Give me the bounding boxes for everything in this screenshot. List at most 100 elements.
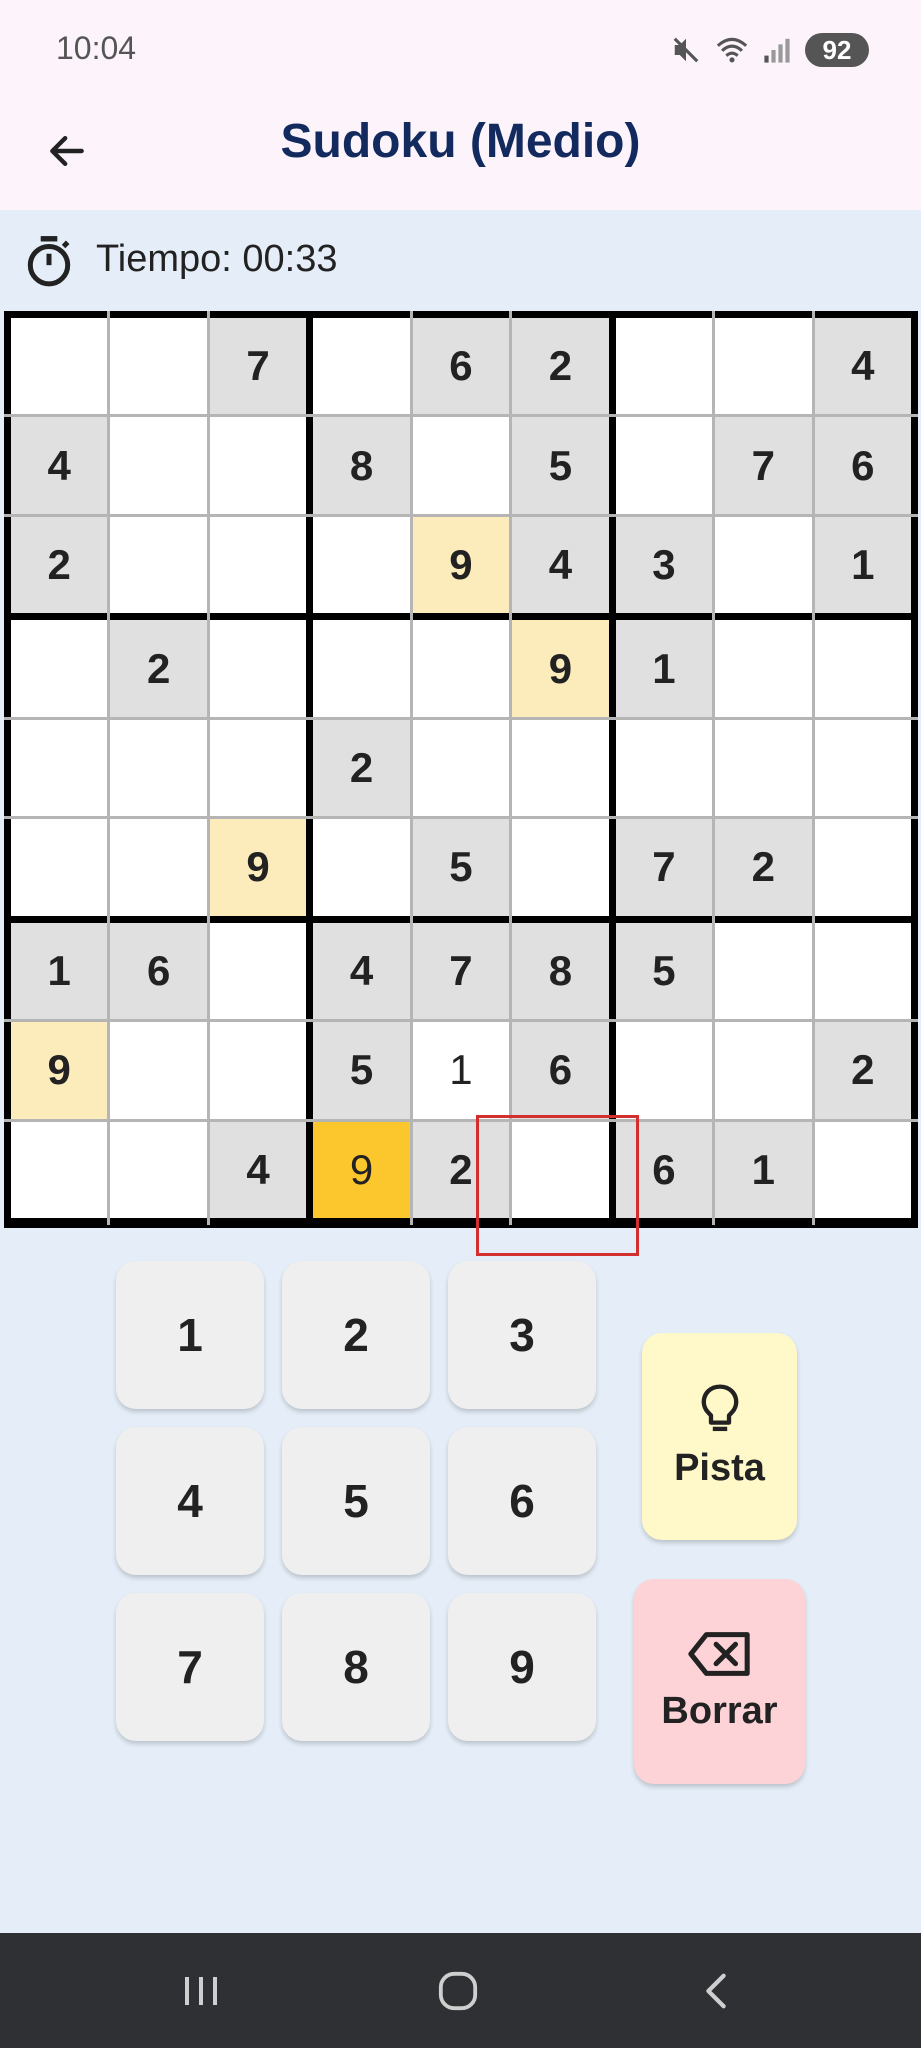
board-cell[interactable] bbox=[313, 516, 410, 614]
board-cell[interactable]: 6 bbox=[615, 1121, 713, 1218]
board-cell[interactable] bbox=[615, 1022, 713, 1119]
board-cell[interactable]: 2 bbox=[110, 620, 207, 717]
keypad-key-8[interactable]: 8 bbox=[282, 1593, 430, 1741]
nav-back-button[interactable] bbox=[676, 1963, 756, 2019]
board-cell[interactable] bbox=[814, 1121, 911, 1218]
board-cell[interactable] bbox=[715, 620, 812, 717]
board-cell[interactable]: 7 bbox=[615, 819, 713, 916]
board-cell[interactable]: 5 bbox=[512, 417, 609, 514]
board-cell[interactable] bbox=[615, 318, 713, 415]
status-bar: 10:04 92 bbox=[0, 0, 921, 100]
board-cell[interactable]: 9 bbox=[412, 516, 510, 614]
recent-apps-icon bbox=[185, 1977, 217, 2005]
board-cell[interactable]: 1 bbox=[615, 620, 713, 717]
board-cell[interactable]: 1 bbox=[412, 1022, 510, 1119]
board-cell[interactable]: 6 bbox=[512, 1022, 609, 1119]
board-cell[interactable]: 7 bbox=[715, 417, 812, 514]
board-cell[interactable] bbox=[110, 516, 207, 614]
board-cell[interactable] bbox=[11, 1121, 108, 1218]
board-cell[interactable] bbox=[412, 719, 510, 817]
board-cell[interactable]: 3 bbox=[615, 516, 713, 614]
board-cell[interactable]: 9 bbox=[11, 1022, 108, 1119]
hint-button[interactable]: Pista bbox=[642, 1333, 797, 1540]
board-cell[interactable] bbox=[209, 516, 307, 614]
board-cell[interactable]: 8 bbox=[512, 922, 609, 1020]
board-cell[interactable]: 6 bbox=[814, 417, 911, 514]
board-cell[interactable] bbox=[412, 620, 510, 717]
board-cell[interactable]: 2 bbox=[715, 819, 812, 916]
board-cell[interactable]: 2 bbox=[814, 1022, 911, 1119]
board-cell[interactable] bbox=[715, 516, 812, 614]
board-cell[interactable] bbox=[814, 922, 911, 1020]
board-cell[interactable]: 4 bbox=[209, 1121, 307, 1218]
board-cell[interactable] bbox=[209, 620, 307, 717]
board-cell[interactable] bbox=[11, 719, 108, 817]
erase-label: Borrar bbox=[661, 1690, 778, 1732]
home-button[interactable] bbox=[418, 1963, 498, 2019]
board-cell[interactable] bbox=[110, 719, 207, 817]
keypad-key-1[interactable]: 1 bbox=[116, 1261, 264, 1409]
board-cell[interactable]: 9 bbox=[313, 1121, 410, 1218]
board-cell[interactable] bbox=[412, 417, 510, 514]
board-cell[interactable] bbox=[814, 719, 911, 817]
board-cell[interactable]: 9 bbox=[209, 819, 307, 916]
board-cell[interactable]: 1 bbox=[715, 1121, 812, 1218]
keypad-key-7[interactable]: 7 bbox=[116, 1593, 264, 1741]
board-cell[interactable] bbox=[209, 417, 307, 514]
board-cell[interactable] bbox=[512, 1121, 609, 1218]
board-cell[interactable]: 5 bbox=[412, 819, 510, 916]
board-cell[interactable]: 5 bbox=[615, 922, 713, 1020]
keypad-key-6[interactable]: 6 bbox=[448, 1427, 596, 1575]
board-cell[interactable] bbox=[11, 819, 108, 916]
board-cell[interactable] bbox=[110, 1022, 207, 1119]
board-cell[interactable] bbox=[110, 1121, 207, 1218]
board-cell[interactable] bbox=[615, 719, 713, 817]
timer-row: Tiempo: 00:33 bbox=[0, 210, 921, 310]
board-cell[interactable] bbox=[715, 318, 812, 415]
board-cell[interactable]: 4 bbox=[814, 318, 911, 415]
board-cell[interactable]: 8 bbox=[313, 417, 410, 514]
board-cell[interactable] bbox=[715, 922, 812, 1020]
board-cell[interactable]: 4 bbox=[313, 922, 410, 1020]
board-cell[interactable]: 2 bbox=[313, 719, 410, 817]
board-cell[interactable]: 2 bbox=[512, 318, 609, 415]
board-cell[interactable] bbox=[110, 318, 207, 415]
board-cell[interactable] bbox=[814, 620, 911, 717]
board-cell[interactable]: 2 bbox=[412, 1121, 510, 1218]
board-cell[interactable] bbox=[715, 1022, 812, 1119]
board-cell[interactable] bbox=[110, 417, 207, 514]
board-cell[interactable] bbox=[313, 819, 410, 916]
erase-button[interactable]: Borrar bbox=[634, 1579, 805, 1784]
board-cell[interactable] bbox=[11, 620, 108, 717]
board-cell[interactable] bbox=[209, 1022, 307, 1119]
board-cell[interactable]: 6 bbox=[110, 922, 207, 1020]
keypad-key-4[interactable]: 4 bbox=[116, 1427, 264, 1575]
board-cell[interactable]: 7 bbox=[412, 922, 510, 1020]
board-cell[interactable]: 2 bbox=[11, 516, 108, 614]
board-cell[interactable]: 4 bbox=[512, 516, 609, 614]
board-cell[interactable] bbox=[209, 719, 307, 817]
board-cell[interactable]: 9 bbox=[512, 620, 609, 717]
keypad-key-3[interactable]: 3 bbox=[448, 1261, 596, 1409]
hint-label: Pista bbox=[674, 1447, 765, 1489]
board-cell[interactable] bbox=[615, 417, 713, 514]
board-cell[interactable]: 4 bbox=[11, 417, 108, 514]
keypad-key-5[interactable]: 5 bbox=[282, 1427, 430, 1575]
board-cell[interactable]: 7 bbox=[209, 318, 307, 415]
board-cell[interactable]: 1 bbox=[11, 922, 108, 1020]
board-cell[interactable] bbox=[313, 318, 410, 415]
board-cell[interactable]: 6 bbox=[412, 318, 510, 415]
board-cell[interactable]: 1 bbox=[814, 516, 911, 614]
board-cell[interactable] bbox=[512, 819, 609, 916]
board-cell[interactable] bbox=[814, 819, 911, 916]
board-cell[interactable] bbox=[110, 819, 207, 916]
keypad-key-9[interactable]: 9 bbox=[448, 1593, 596, 1741]
board-cell[interactable]: 5 bbox=[313, 1022, 410, 1119]
keypad-key-2[interactable]: 2 bbox=[282, 1261, 430, 1409]
board-cell[interactable] bbox=[11, 318, 108, 415]
board-cell[interactable] bbox=[715, 719, 812, 817]
board-cell[interactable] bbox=[512, 719, 609, 817]
recent-apps-button[interactable] bbox=[161, 1963, 241, 2019]
board-cell[interactable] bbox=[313, 620, 410, 717]
board-cell[interactable] bbox=[209, 922, 307, 1020]
